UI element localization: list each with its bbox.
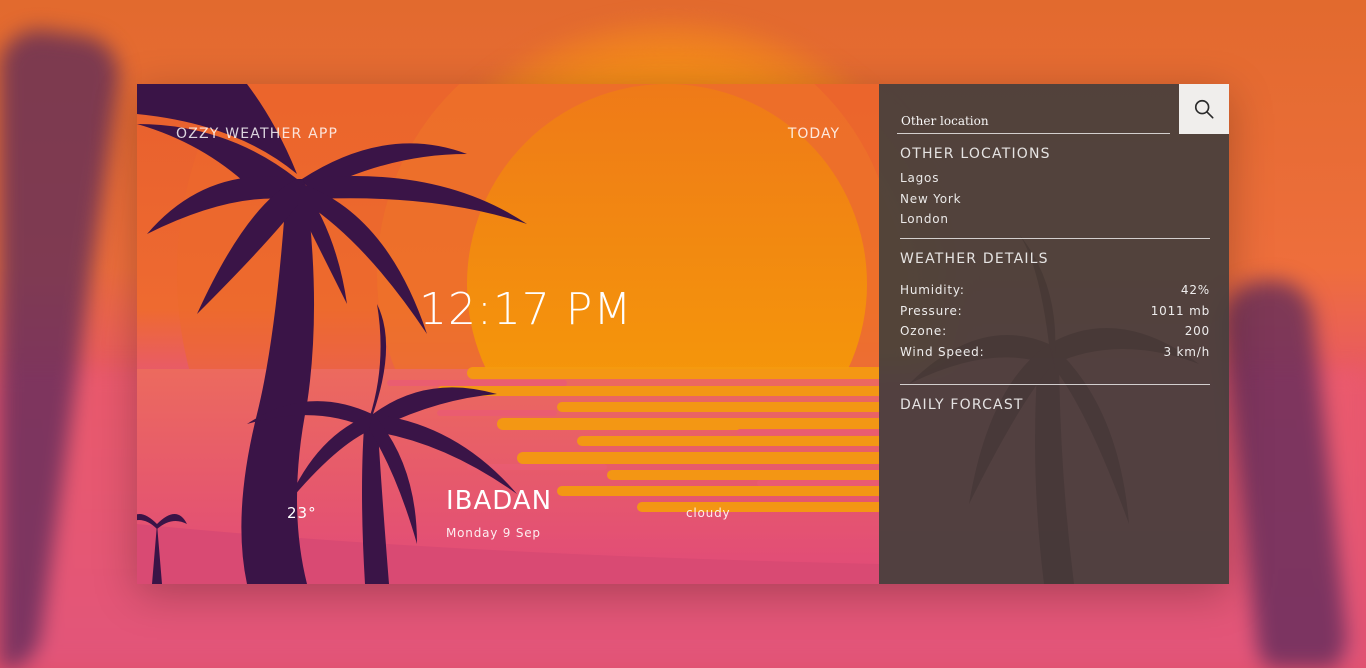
weather-details-title: WEATHER DETAILS xyxy=(900,251,1049,267)
other-locations-title: OTHER LOCATIONS xyxy=(900,146,1051,162)
current-temperature: 23° xyxy=(287,504,317,522)
other-locations-section: OTHER LOCATIONS Lagos New York London xyxy=(900,146,1210,230)
detail-label: Pressure: xyxy=(900,303,963,318)
location-item-lagos[interactable]: Lagos xyxy=(900,168,1210,189)
location-search-input[interactable] xyxy=(897,102,1170,133)
today-label: TODAY xyxy=(787,126,840,142)
daily-forecast-title: DAILY FORCAST xyxy=(900,397,1024,413)
weather-card: OZZY WEATHER APP TODAY 12:17 PM 23° IBAD… xyxy=(137,84,1229,584)
current-city: IBADAN xyxy=(446,486,553,516)
detail-value: 3 km/h xyxy=(1163,344,1210,359)
divider xyxy=(900,384,1210,385)
detail-row-wind-speed: Wind Speed: 3 km/h xyxy=(900,342,1210,363)
detail-row-pressure: Pressure: 1011 mb xyxy=(900,301,1210,322)
location-item-new-york[interactable]: New York xyxy=(900,189,1210,210)
search-button[interactable] xyxy=(1179,84,1229,134)
detail-label: Humidity: xyxy=(900,283,965,297)
side-panel: OTHER LOCATIONS Lagos New York London WE… xyxy=(879,84,1229,584)
divider xyxy=(900,238,1210,239)
current-date: Monday 9 Sep xyxy=(446,526,541,540)
daily-forecast-section: DAILY FORCAST xyxy=(900,397,1210,413)
detail-label: Wind Speed: xyxy=(900,344,985,359)
search-field-wrap xyxy=(897,102,1170,134)
weather-scene: OZZY WEATHER APP TODAY 12:17 PM 23° IBAD… xyxy=(137,84,879,584)
app-title: OZZY WEATHER APP xyxy=(176,126,339,142)
current-time: 12:17 PM xyxy=(419,284,633,335)
detail-value: 42% xyxy=(1180,283,1210,297)
location-item-london[interactable]: London xyxy=(900,209,1210,230)
detail-label: Ozone: xyxy=(900,324,947,338)
detail-row-ozone: Ozone: 200 xyxy=(900,321,1210,342)
current-condition: cloudy xyxy=(686,506,731,520)
detail-row-humidity: Humidity: 42% xyxy=(900,280,1210,301)
search-icon xyxy=(1194,99,1214,119)
other-locations-list: Lagos New York London xyxy=(900,168,1210,230)
weather-details-section: WEATHER DETAILS Humidity: 42% Pressure: … xyxy=(900,251,1210,362)
detail-value: 1011 mb xyxy=(1150,303,1210,318)
detail-value: 200 xyxy=(1184,324,1210,338)
